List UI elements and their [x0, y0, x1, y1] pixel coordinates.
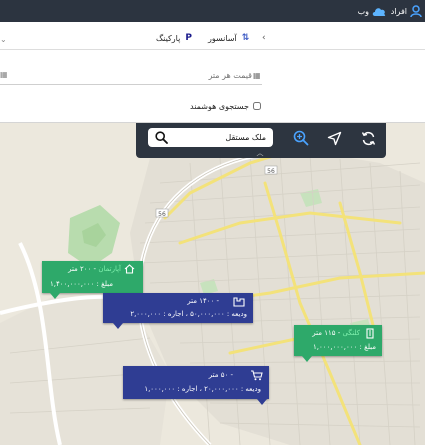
- marker-pointer: [257, 399, 267, 405]
- parking-option[interactable]: پارکینگ P: [156, 31, 192, 45]
- users-menu[interactable]: افراد: [391, 3, 422, 19]
- marker-price: ودیعه : ۵۰,۰۰۰,۰۰۰ ، اجاره : ۲,۰۰۰,۰۰۰: [130, 310, 247, 318]
- chevron-left-icon[interactable]: ‹: [262, 33, 266, 43]
- price-field: ▦: [0, 67, 262, 85]
- marker-title: کلنگی - ۱۱۵ متر: [312, 329, 360, 337]
- user-icon: [410, 4, 422, 17]
- search-box[interactable]: [148, 128, 273, 147]
- elevator-label: آسانسور: [208, 33, 237, 43]
- search-input[interactable]: [172, 130, 266, 145]
- elevator-icon: ⇅: [241, 33, 250, 43]
- refresh-icon: [361, 131, 375, 145]
- marker-price: مبلغ : ۱,۴۰۰,۰۰۰,۰۰۰: [50, 280, 113, 288]
- cloud-icon: [372, 7, 386, 16]
- zoom-button[interactable]: [292, 129, 310, 147]
- elevator-option[interactable]: آسانسور ⇅: [208, 31, 249, 45]
- users-label: افراد: [390, 6, 407, 16]
- parking-icon: P: [185, 33, 192, 43]
- zoom-icon: [293, 130, 309, 146]
- property-marker[interactable]: - ۱۴۰۰ متر ودیعه : ۵۰,۰۰۰,۰۰۰ ، اجاره : …: [103, 293, 253, 329]
- marker-pointer: [113, 323, 123, 329]
- property-marker[interactable]: کلنگی - ۱۱۵ متر مبلغ : ۱,۰۰۰,۰۰۰,۰۰۰: [294, 325, 382, 362]
- smart-search-label: جستجوی هوشمند: [190, 101, 249, 111]
- calculator-icon: ▦: [253, 71, 261, 80]
- smart-search-checkbox[interactable]: [252, 102, 261, 110]
- navigate-icon: [327, 131, 341, 145]
- dropdown-arrow-icon[interactable]: ⌄: [0, 35, 7, 44]
- building-icon: [233, 297, 245, 307]
- search-icon[interactable]: [155, 131, 168, 144]
- marker-title: - ۱۴۰۰ متر: [187, 297, 219, 305]
- web-menu[interactable]: وب: [358, 3, 387, 19]
- marker-title: - ۵۰ متر: [208, 371, 233, 379]
- map-toolbar: ︿: [136, 123, 386, 158]
- web-label: وب: [357, 6, 369, 16]
- divider: [0, 49, 425, 50]
- filter-panel: ⌄ آسانسور ⇅ پارکینگ P ‹ ▦ ▦ جستجوی هوشمن…: [0, 22, 425, 123]
- road-label: 56: [267, 168, 275, 175]
- navigate-button[interactable]: [325, 129, 343, 147]
- parking-label: پارکینگ: [156, 33, 181, 43]
- smart-search-row: جستجوی هوشمند: [190, 100, 261, 112]
- price-per-meter-input[interactable]: [0, 67, 262, 84]
- marker-title: آپارتمان - ۲۰۰ متر: [68, 265, 121, 273]
- home-icon: [124, 264, 135, 274]
- property-marker[interactable]: - ۵۰ متر ودیعه : ۲۰,۰۰۰,۰۰۰ ، اجاره : ۱,…: [123, 366, 269, 405]
- collapse-handle[interactable]: ︿: [250, 149, 270, 158]
- property-marker[interactable]: آپارتمان - ۲۰۰ متر مبلغ : ۱,۴۰۰,۰۰۰,۰۰۰: [42, 261, 143, 299]
- refresh-button[interactable]: [359, 129, 377, 147]
- marker-price: ودیعه : ۲۰,۰۰۰,۰۰۰ ، اجاره : ۱,۰۰۰,۰۰۰: [144, 385, 261, 393]
- cart-icon: [251, 370, 263, 381]
- marker-pointer: [50, 293, 60, 299]
- road-label: 56: [158, 211, 166, 218]
- marker-pointer: [302, 356, 312, 362]
- office-icon: [366, 328, 374, 339]
- marker-price: مبلغ : ۱,۰۰۰,۰۰۰,۰۰۰: [313, 343, 376, 351]
- top-bar: افراد وب: [0, 0, 425, 22]
